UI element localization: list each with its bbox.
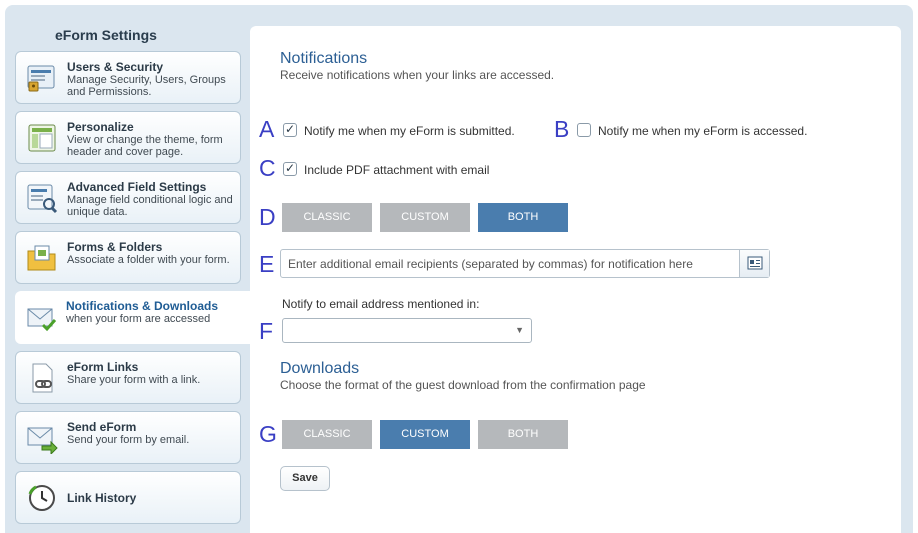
notify-submitted-label: Notify me when my eForm is submitted. xyxy=(304,124,515,138)
marker-a: A xyxy=(259,116,275,142)
sidebar-item-label: Advanced Field Settings xyxy=(67,180,207,194)
include-pdf-checkbox[interactable] xyxy=(283,161,297,176)
email-recipients-input[interactable] xyxy=(281,250,739,277)
chevron-down-icon: ▼ xyxy=(515,325,524,335)
sidebar-item-desc: Manage field conditional logic and uniqu… xyxy=(67,194,233,218)
sidebar-item-desc: Send your form by email. xyxy=(67,434,190,446)
sidebar-item-link-history[interactable]: Link History xyxy=(15,471,241,524)
sidebar-item-label: Link History xyxy=(67,491,137,505)
notify-to-select[interactable]: ▼ xyxy=(282,318,532,343)
notification-format-classic-button[interactable]: CLASSIC xyxy=(282,203,372,232)
sidebar-item-desc: Manage Security, Users, Groups and Permi… xyxy=(67,74,226,98)
notify-accessed-label: Notify me when my eForm is accessed. xyxy=(598,124,808,138)
settings-panel xyxy=(250,26,901,533)
sidebar-item-advanced-field-settings[interactable]: Advanced Field Settings Manage field con… xyxy=(15,171,241,224)
sidebar-item-eform-links[interactable]: eForm Links Share your form with a link. xyxy=(15,351,241,404)
marker-g: G xyxy=(259,421,277,447)
marker-f: F xyxy=(259,318,274,344)
include-pdf-label: Include PDF attachment with email xyxy=(304,163,490,177)
sidebar-item-desc: Associate a folder with your form. xyxy=(67,254,230,266)
download-format-custom-button[interactable]: CUSTOM xyxy=(380,420,470,449)
sidebar-item-label: eForm Links xyxy=(67,360,139,374)
history-clock-icon xyxy=(28,485,55,511)
sidebar-item-label: Send eForm xyxy=(67,420,137,434)
link-icon xyxy=(32,363,53,393)
sidebar-item-users-security[interactable]: Users & Security Manage Security, Users,… xyxy=(15,51,241,104)
sidebar-item-personalize[interactable]: Personalize View or change the theme, fo… xyxy=(15,111,241,164)
sidebar-item-send-eform[interactable]: Send eForm Send your form by email. xyxy=(15,411,241,464)
notify-accessed-checkbox[interactable] xyxy=(577,123,591,137)
address-book-icon xyxy=(747,256,763,270)
sidebar-title: eForm Settings xyxy=(55,27,157,43)
marker-c: C xyxy=(259,155,276,181)
notify-submitted-checkbox[interactable] xyxy=(283,122,297,137)
marker-b: B xyxy=(554,116,570,142)
sidebar-item-desc: Share your form with a link. xyxy=(67,374,201,386)
sidebar-item-label: Users & Security xyxy=(67,60,164,74)
notifications-title: Notifications xyxy=(280,50,368,67)
downloads-subtitle: Choose the format of the guest download … xyxy=(280,378,646,392)
save-button[interactable]: Save xyxy=(280,466,330,491)
marker-d: D xyxy=(259,204,276,230)
download-format-both-button[interactable]: BOTH xyxy=(478,420,568,449)
downloads-title: Downloads xyxy=(280,360,360,377)
sidebar-item-label: Forms & Folders xyxy=(67,240,163,254)
sidebar-item-label: Notifications & Downloads xyxy=(66,299,219,313)
sidebar-item-label: Personalize xyxy=(67,120,134,134)
email-recipients-field xyxy=(280,249,770,278)
marker-e: E xyxy=(259,251,275,277)
notification-format-custom-button[interactable]: CUSTOM xyxy=(380,203,470,232)
address-book-button[interactable] xyxy=(739,250,769,277)
sidebar-item-forms-folders[interactable]: Forms & Folders Associate a folder with … xyxy=(15,231,241,284)
advanced-field-icon xyxy=(27,184,58,214)
personalize-icon xyxy=(28,124,56,152)
sidebar-item-desc: View or change the theme, form header an… xyxy=(67,134,223,158)
send-mail-icon xyxy=(27,427,58,454)
notification-format-both-button[interactable]: BOTH xyxy=(478,203,568,232)
notification-envelope-icon xyxy=(27,308,57,332)
folder-icon xyxy=(27,245,56,271)
notifications-subtitle: Receive notifications when your links ar… xyxy=(280,68,555,82)
sidebar-item-notifications-downloads[interactable]: Notifications & Downloads when your form… xyxy=(15,291,251,344)
download-format-classic-button[interactable]: CLASSIC xyxy=(282,420,372,449)
notify-to-label: Notify to email address mentioned in: xyxy=(282,297,480,311)
sidebar-item-desc: when your form are accessed xyxy=(66,313,211,325)
users-security-icon xyxy=(27,65,55,92)
